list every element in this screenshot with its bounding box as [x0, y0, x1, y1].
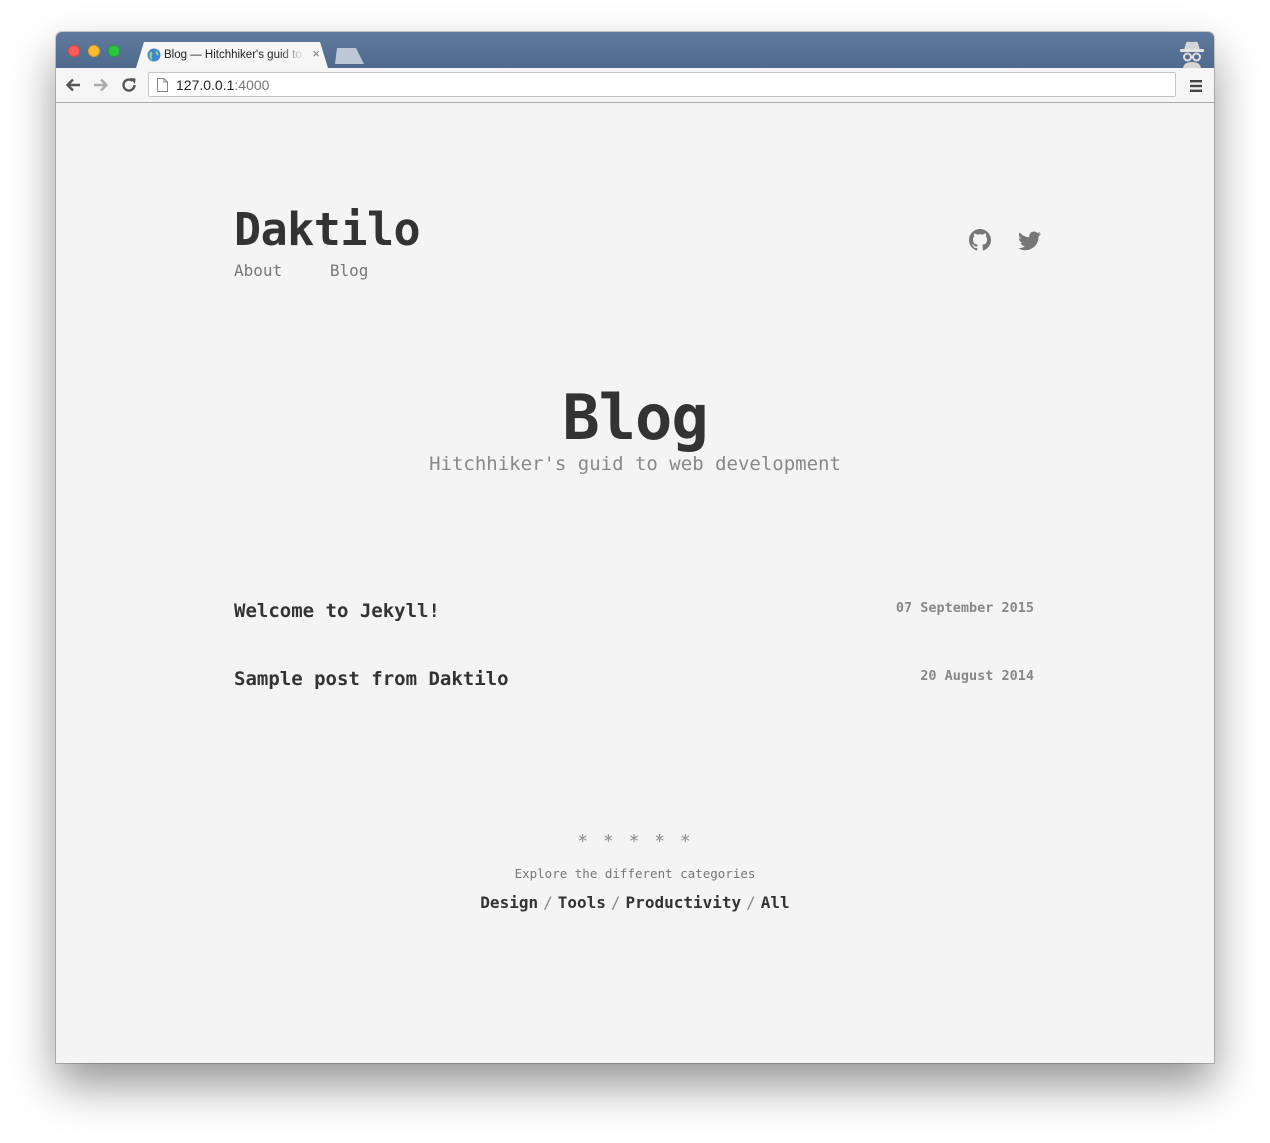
category-link-all[interactable]: All: [761, 893, 790, 912]
github-icon[interactable]: [969, 229, 991, 251]
category-link-productivity[interactable]: Productivity: [626, 893, 742, 912]
zoom-window-button[interactable]: [108, 45, 120, 57]
category-link-tools[interactable]: Tools: [558, 893, 606, 912]
url-port: :4000: [234, 77, 270, 93]
reload-icon[interactable]: [120, 76, 138, 94]
site-title[interactable]: Daktilo: [234, 203, 421, 256]
social-links: [969, 229, 1041, 255]
post-date: 20 August 2014: [920, 668, 1034, 684]
close-tab-icon[interactable]: ×: [312, 47, 320, 61]
twitter-icon[interactable]: [1017, 231, 1041, 251]
page-content: Daktilo About Blog Blog Hitchhiker's gui…: [56, 103, 1214, 1063]
nav-link-about[interactable]: About: [234, 261, 282, 280]
post-date: 07 September 2015: [895, 600, 1034, 616]
globe-icon: [147, 48, 161, 62]
post-title-link[interactable]: Sample post from Daktilo: [234, 668, 509, 690]
nav-link-blog[interactable]: Blog: [330, 261, 369, 280]
new-tab-button[interactable]: [332, 48, 364, 64]
address-bar[interactable]: 127.0.0.1:4000: [148, 72, 1176, 97]
page-title: Blog: [562, 381, 708, 454]
browser-window: Blog — Hitchhiker's guid to web developm…: [56, 32, 1214, 1063]
url-text[interactable]: 127.0.0.1:4000: [176, 77, 269, 93]
browser-toolbar: 127.0.0.1:4000: [56, 68, 1214, 103]
page-icon: [157, 78, 168, 92]
active-tab[interactable]: Blog — Hitchhiker's guid to web developm…: [136, 42, 328, 68]
close-window-button[interactable]: [68, 45, 80, 57]
incognito-icon: [1180, 41, 1204, 68]
url-host: 127.0.0.1: [176, 77, 235, 93]
category-separator: /: [746, 893, 756, 912]
minimize-window-button[interactable]: [88, 45, 100, 57]
explore-text: Explore the different categories: [514, 866, 756, 881]
tab-strip: Blog — Hitchhiker's guid to web developm…: [56, 32, 1214, 68]
post-title-link[interactable]: Welcome to Jekyll!: [234, 600, 440, 622]
section-divider: * * * * *: [577, 831, 693, 852]
back-arrow-icon[interactable]: [64, 76, 82, 94]
hamburger-menu-icon[interactable]: [1189, 79, 1203, 93]
tab-title: Blog — Hitchhiker's guid to web developm…: [164, 49, 302, 61]
category-link-design[interactable]: Design: [480, 893, 538, 912]
forward-arrow-icon[interactable]: [92, 76, 110, 94]
site-nav: About Blog: [234, 261, 406, 280]
category-separator: /: [610, 893, 621, 912]
category-separator: /: [543, 893, 553, 912]
page-subtitle: Hitchhiker's guid to web development: [429, 453, 841, 475]
category-links: Design / Tools / Productivity / All: [56, 893, 1214, 912]
